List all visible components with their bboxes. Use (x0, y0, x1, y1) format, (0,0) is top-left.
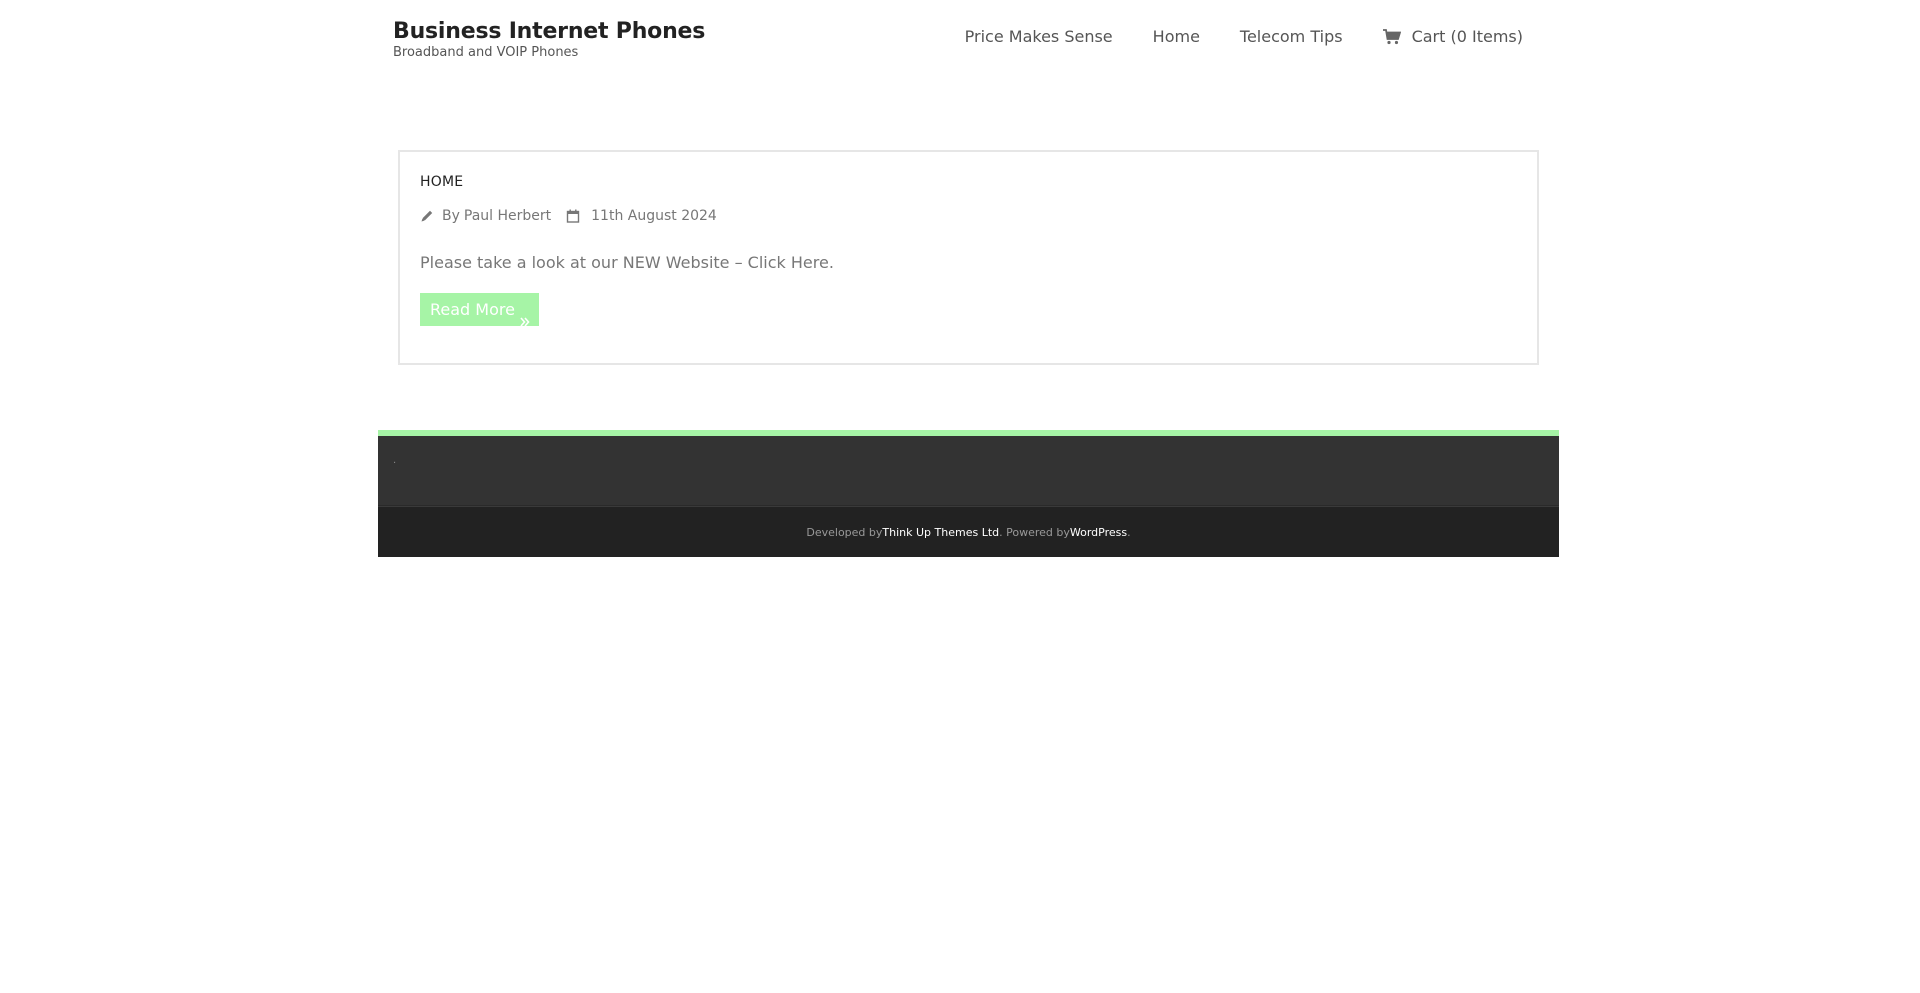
site-footer: . Developed by Think Up Themes Ltd . Pow… (378, 430, 1559, 557)
nav-item-price-makes-sense[interactable]: Price Makes Sense (965, 26, 1113, 48)
nav-item-label: Price Makes Sense (964, 27, 1113, 46)
excerpt-text: Please take a look at our NEW Website – (420, 253, 748, 272)
excerpt-link[interactable]: Click Here. (748, 253, 834, 272)
post-date: 11th August 2024 (566, 208, 717, 224)
post-excerpt: Please take a look at our NEW Website – … (420, 253, 834, 272)
cart-label: Cart (0 Items) (1411, 27, 1523, 46)
pencil-icon (420, 209, 434, 223)
footer-suffix: . (1127, 525, 1131, 539)
double-chevron-right-icon (520, 305, 530, 327)
author-prefix: By (442, 208, 460, 224)
cart-icon (1382, 29, 1401, 45)
footer-widgets: . (378, 436, 1559, 506)
nav-item-cart[interactable]: Cart (0 Items) (1382, 26, 1523, 48)
post-meta: By Paul Herbert 11th August 2024 (420, 208, 717, 224)
nav-item-home[interactable]: Home (1153, 26, 1200, 48)
site-branding: Business Internet Phones Broadband and V… (393, 17, 705, 61)
powered-by-prefix: . Powered by (999, 525, 1070, 539)
calendar-icon (566, 209, 580, 223)
read-more-label: Read More (430, 300, 515, 319)
footer-copyright: Developed by Think Up Themes Ltd . Power… (378, 506, 1559, 557)
post-card: HOME By Paul Herbert 11th August 2024 Pl… (398, 150, 1539, 365)
read-more-button[interactable]: Read More (420, 293, 539, 327)
site-header: Business Internet Phones Broadband and V… (0, 0, 1920, 80)
post-title[interactable]: HOME (420, 174, 463, 190)
wordpress-link[interactable]: WordPress (1070, 526, 1127, 539)
site-tagline: Broadband and VOIP Phones (393, 45, 579, 60)
post-author: By Paul Herbert (420, 208, 551, 224)
footer-widget-text: . (393, 455, 397, 466)
nav-item-label: Telecom Tips (1239, 27, 1343, 46)
developer-link[interactable]: Think Up Themes Ltd (882, 526, 999, 539)
main-navigation: Price Makes Sense Home Telecom Tips Cart… (965, 26, 1523, 48)
nav-item-label: Home (1152, 27, 1200, 46)
date-link[interactable]: 11th August 2024 (591, 208, 717, 224)
nav-item-telecom-tips[interactable]: Telecom Tips (1240, 26, 1343, 48)
developed-by-prefix: Developed by (806, 525, 883, 539)
author-link[interactable]: Paul Herbert (464, 208, 551, 224)
site-title[interactable]: Business Internet Phones (393, 17, 705, 47)
